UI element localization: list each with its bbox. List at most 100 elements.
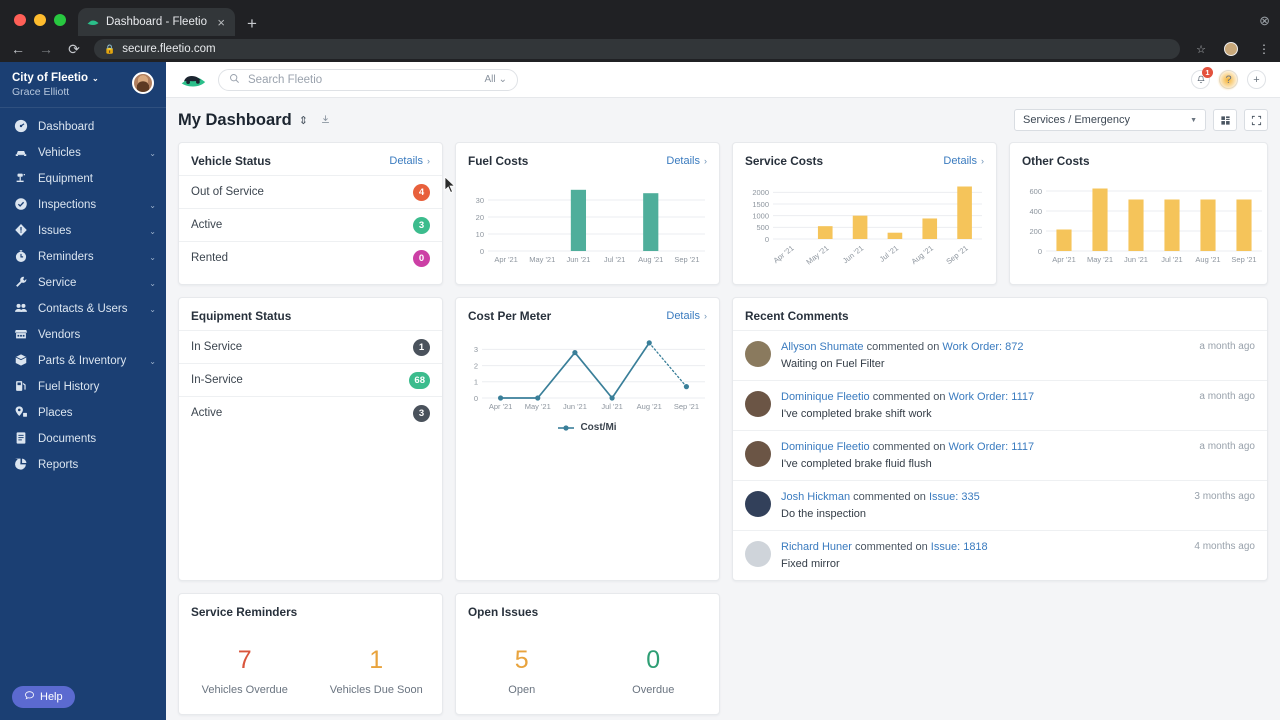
- add-button[interactable]: +: [1247, 70, 1266, 89]
- reload-button[interactable]: ⟳: [66, 41, 82, 58]
- sidebar-item-label: Inspections: [38, 199, 97, 211]
- maximize-window-button[interactable]: [54, 14, 66, 26]
- pie-chart-icon: [14, 457, 28, 474]
- status-label: Out of Service: [191, 186, 264, 198]
- comment-item[interactable]: Dominique Fleetio commented on Work Orde…: [733, 380, 1267, 430]
- details-label: Details: [389, 155, 423, 167]
- chevron-right-icon: ›: [704, 156, 707, 166]
- comment-item[interactable]: Richard Huner commented on Issue: 1818 4 …: [733, 530, 1267, 580]
- status-row[interactable]: Active 3: [179, 396, 442, 429]
- svg-text:Jun '21: Jun '21: [841, 243, 865, 265]
- tab-search-icon[interactable]: ⊗: [1259, 13, 1270, 29]
- close-tab-button[interactable]: ×: [215, 16, 227, 29]
- details-link[interactable]: Details ›: [389, 155, 430, 167]
- chevron-down-icon: ⌄: [149, 200, 156, 210]
- search-scope-selector[interactable]: All ⌄: [484, 74, 507, 85]
- minimize-window-button[interactable]: [34, 14, 46, 26]
- status-row[interactable]: Out of Service 4: [179, 175, 442, 208]
- chevron-down-icon: ⌄: [149, 148, 156, 158]
- download-icon[interactable]: [320, 113, 331, 128]
- check-circle-icon: [14, 197, 28, 214]
- fullscreen-button[interactable]: [1244, 109, 1268, 131]
- sidebar-account-header[interactable]: City of Fleetio ⌄ Grace Elliott: [0, 62, 166, 108]
- comment-target-link[interactable]: Work Order: 872: [942, 341, 1023, 353]
- comment-body: Dominique Fleetio commented on Work Orde…: [781, 441, 1255, 470]
- card-vehicle-status: Vehicle Status Details › Out of Service …: [178, 142, 443, 285]
- details-link[interactable]: Details ›: [666, 155, 707, 167]
- bookmark-star-icon[interactable]: ☆: [1196, 43, 1206, 56]
- stat-item[interactable]: 7 Vehicles Overdue: [179, 648, 311, 697]
- svg-text:0: 0: [1038, 247, 1042, 256]
- address-bar[interactable]: 🔒 secure.fleetio.com: [94, 39, 1181, 59]
- sidebar-user-name: Grace Elliott: [12, 86, 70, 98]
- status-label: Active: [191, 407, 223, 419]
- sidebar-item-dashboard[interactable]: Dashboard: [0, 114, 166, 140]
- comment-author-link[interactable]: Dominique Fleetio: [781, 441, 870, 453]
- dashboard-switcher-icon[interactable]: ⇕: [299, 114, 308, 127]
- comment-item[interactable]: Allyson Shumate commented on Work Order:…: [733, 330, 1267, 380]
- status-badge: 0: [413, 249, 430, 267]
- new-tab-button[interactable]: +: [247, 15, 257, 32]
- back-button[interactable]: ←: [10, 41, 26, 57]
- sidebar-item-fuel-history[interactable]: Fuel History: [0, 374, 166, 400]
- comment-item[interactable]: Josh Hickman commented on Issue: 335 3 mo…: [733, 480, 1267, 530]
- sidebar-item-parts-inventory[interactable]: Parts & Inventory ⌄: [0, 348, 166, 374]
- close-window-button[interactable]: [14, 14, 26, 26]
- sidebar-org-name-row[interactable]: City of Fleetio ⌄: [12, 72, 99, 84]
- comment-item[interactable]: Dominique Fleetio commented on Work Orde…: [733, 430, 1267, 480]
- comment-target-link[interactable]: Issue: 335: [929, 491, 980, 503]
- chevron-down-icon: ⌄: [149, 278, 156, 288]
- browser-tab[interactable]: Dashboard - Fleetio ×: [78, 8, 235, 36]
- sidebar-item-contacts-users[interactable]: Contacts & Users ⌄: [0, 296, 166, 322]
- comment-target-link[interactable]: Issue: 1818: [931, 541, 988, 553]
- comment-author-link[interactable]: Josh Hickman: [781, 491, 850, 503]
- sidebar-item-label: Dashboard: [38, 121, 95, 133]
- comment-target-link[interactable]: Work Order: 1117: [949, 391, 1035, 403]
- grid-layout-button[interactable]: [1213, 109, 1237, 131]
- stat-item[interactable]: 1 Vehicles Due Soon: [311, 648, 443, 697]
- comment-author-link[interactable]: Allyson Shumate: [781, 341, 864, 353]
- status-row[interactable]: In-Service 68: [179, 363, 442, 396]
- help-button[interactable]: Help: [12, 686, 75, 708]
- details-link[interactable]: Details ›: [943, 155, 984, 167]
- comment-timestamp: a month ago: [1199, 341, 1255, 352]
- stat-item[interactable]: 5 Open: [456, 648, 588, 697]
- card-header: Service Reminders: [179, 594, 442, 626]
- stat-label: Vehicles Overdue: [201, 684, 288, 696]
- browser-profile-avatar[interactable]: [1224, 42, 1238, 56]
- avatar[interactable]: [132, 72, 154, 94]
- details-link[interactable]: Details ›: [666, 310, 707, 322]
- search-input[interactable]: Search Fleetio All ⌄: [218, 68, 518, 91]
- comment-author-link[interactable]: Richard Huner: [781, 541, 852, 553]
- status-row[interactable]: In Service 1: [179, 330, 442, 363]
- dashboard-filter-select[interactable]: Services / Emergency ▼: [1014, 109, 1206, 131]
- fuel-pump-icon: [14, 379, 28, 396]
- sidebar-item-documents[interactable]: Documents: [0, 426, 166, 452]
- sidebar-item-vendors[interactable]: Vendors: [0, 322, 166, 348]
- comment-body: Dominique Fleetio commented on Work Orde…: [781, 391, 1255, 420]
- sidebar-item-equipment[interactable]: Equipment: [0, 166, 166, 192]
- svg-text:0: 0: [765, 235, 769, 244]
- sidebar-item-reports[interactable]: Reports: [0, 452, 166, 478]
- notifications-button[interactable]: 1: [1191, 67, 1213, 89]
- stat-item[interactable]: 0 Overdue: [588, 648, 720, 697]
- status-row[interactable]: Rented 0: [179, 241, 442, 274]
- sidebar-item-issues[interactable]: Issues ⌄: [0, 218, 166, 244]
- status-row[interactable]: Active 3: [179, 208, 442, 241]
- fleetio-logo-icon[interactable]: [180, 70, 206, 90]
- card-title: Open Issues: [468, 605, 539, 619]
- comment-target-link[interactable]: Work Order: 1117: [949, 441, 1035, 453]
- comment-author-link[interactable]: Dominique Fleetio: [781, 391, 870, 403]
- card-recent-comments: Recent Comments Allyson Shumate commente…: [732, 297, 1268, 581]
- sidebar-item-reminders[interactable]: Reminders ⌄: [0, 244, 166, 270]
- sidebar-item-vehicles[interactable]: Vehicles ⌄: [0, 140, 166, 166]
- svg-text:Sep '21: Sep '21: [674, 402, 699, 411]
- browser-menu-icon[interactable]: ⋮: [1258, 42, 1270, 56]
- help-icon-button[interactable]: ?: [1217, 69, 1239, 91]
- svg-text:Jun '21: Jun '21: [563, 402, 587, 411]
- sidebar-item-inspections[interactable]: Inspections ⌄: [0, 192, 166, 218]
- sidebar-item-service[interactable]: Service ⌄: [0, 270, 166, 296]
- forward-button[interactable]: →: [38, 41, 54, 57]
- window-controls[interactable]: [10, 14, 78, 36]
- sidebar-item-places[interactable]: Places: [0, 400, 166, 426]
